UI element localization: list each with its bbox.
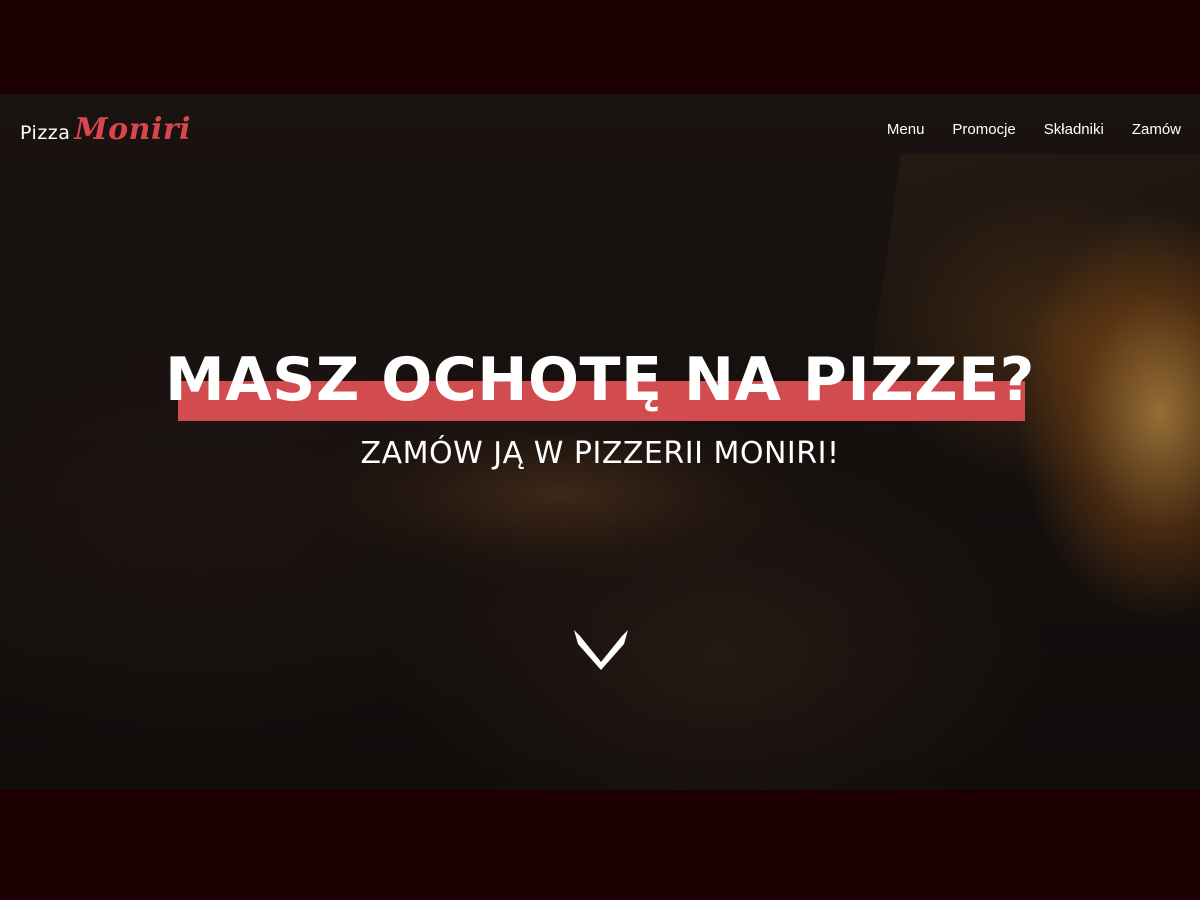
nav-link-menu[interactable]: Menu: [887, 121, 925, 138]
letterbox-top: [0, 0, 1200, 94]
logo-text-moniri: Moniri: [74, 112, 192, 147]
navbar: Pizza Moniri Menu Promocje Składniki Zam…: [0, 94, 1200, 166]
hero-headline-block: MASZ OCHOTĘ NA PIZZE?: [0, 344, 1200, 421]
brand-logo[interactable]: Pizza Moniri: [20, 112, 191, 147]
hero-subheadline: ZAMÓW JĄ W PIZZERII MONIRI!: [360, 436, 840, 471]
letterbox-bottom: [0, 790, 1200, 900]
main-nav: Menu Promocje Składniki Zamów: [887, 121, 1181, 138]
hero-headline: MASZ OCHOTĘ NA PIZZE?: [165, 345, 1035, 415]
nav-link-skladniki[interactable]: Składniki: [1044, 121, 1104, 138]
nav-link-zamow[interactable]: Zamów: [1132, 121, 1181, 138]
chevron-down-icon[interactable]: [574, 628, 628, 672]
nav-link-promocje[interactable]: Promocje: [952, 121, 1015, 138]
logo-text-pizza: Pizza: [20, 122, 71, 144]
hero-section: Pizza Moniri Menu Promocje Składniki Zam…: [0, 94, 1200, 790]
